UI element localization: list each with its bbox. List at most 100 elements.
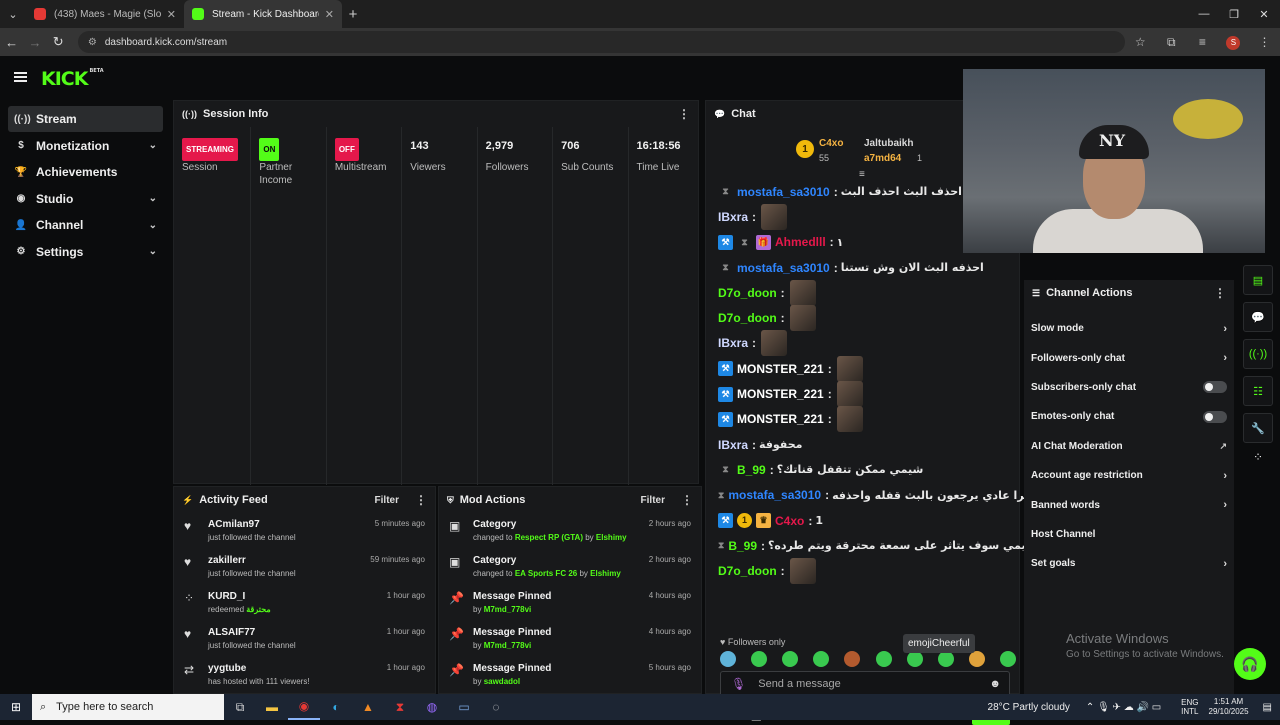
activity-username[interactable]: KURD_I <box>208 591 387 602</box>
taskbar-search[interactable]: ⌕ Type here to search <box>32 694 224 720</box>
moderator-name[interactable]: Elshimy <box>596 533 627 542</box>
notes-icon[interactable]: ▤ <box>1243 265 1273 295</box>
chevron-down-icon[interactable]: ⌄ <box>149 246 157 257</box>
minimize-icon[interactable]: — <box>1188 0 1220 28</box>
emote-image[interactable] <box>836 406 863 433</box>
channel-action-host-channel[interactable]: Host Channel <box>1024 520 1234 549</box>
sidebar-item-studio[interactable]: ◉ Studio ⌄ <box>8 186 163 212</box>
mod-action-item[interactable]: ▣ Category changed to EA Sports FC 26 by E… <box>439 549 701 585</box>
activity-username[interactable]: zakillerr <box>208 555 370 566</box>
layout-icon[interactable]: ☷ <box>1243 376 1273 406</box>
activity-item[interactable]: ♥ ACmilan97 just followed the channel 5 min… <box>174 513 435 549</box>
address-bar[interactable]: ⚙ dashboard.kick.com/stream <box>77 31 1125 53</box>
chat-username[interactable]: MONSTER_221 <box>737 412 824 426</box>
filter-button[interactable]: Filter <box>641 495 665 506</box>
emote-image[interactable] <box>789 558 816 585</box>
chevron-right-icon[interactable]: › <box>1223 352 1227 364</box>
toggle-switch[interactable] <box>1203 381 1227 394</box>
support-chat-icon[interactable]: 🎧 <box>1234 648 1266 680</box>
channel-action-set-goals[interactable]: Set goals › <box>1024 549 1234 578</box>
activity-username[interactable]: ALSAIF77 <box>208 627 387 638</box>
more-options-icon[interactable]: ⋮ <box>678 107 690 121</box>
chat-username[interactable]: IBxra <box>718 210 748 224</box>
clock[interactable]: 1:51 AM 29/10/2025 <box>1209 697 1249 717</box>
bookmark-star-icon[interactable]: ☆ <box>1125 35 1156 49</box>
emote-icon[interactable] <box>968 651 985 667</box>
chat-popout-icon[interactable]: 💬 <box>1243 302 1273 332</box>
channel-action-emotes-only-chat[interactable]: Emotes-only chat <box>1024 402 1234 431</box>
moderator-name[interactable]: M7md_778vi <box>484 605 532 614</box>
emote-icon[interactable] <box>906 651 923 667</box>
notifications-icon[interactable]: ▤ <box>1263 702 1272 713</box>
mod-action-item[interactable]: 📌 Message Pinned by M7md_778vi 4 hours ago <box>439 585 701 621</box>
chat-username[interactable]: IBxra <box>718 438 748 452</box>
activity-item[interactable]: ⁘ KURD_I redeemed محترقة 1 hour ago <box>174 585 435 621</box>
activity-item[interactable]: ⇄ yygtube has hosted with 111 viewers! 1 ho… <box>174 657 435 693</box>
browser-tab-youtube[interactable]: (438) Maes - Magie (Slowed - ✕ <box>26 0 184 28</box>
points-icon[interactable]: ⁘ <box>1243 450 1273 464</box>
reload-icon[interactable]: ↻ <box>47 34 70 50</box>
media-icon[interactable]: ≡ <box>1187 35 1218 49</box>
channel-action-ai-chat-moderation[interactable]: AI Chat Moderation ↗ <box>1024 432 1234 461</box>
more-options-icon[interactable]: ⋮ <box>415 493 427 507</box>
mod-action-item[interactable]: 📌 Message Pinned by M7md_778vi 4 hours ago <box>439 621 701 657</box>
channel-action-slow-mode[interactable]: Slow mode › <box>1024 314 1234 343</box>
tab-search-icon[interactable]: ⌄ <box>0 0 26 28</box>
chat-username[interactable]: C4xo <box>775 514 804 528</box>
chat-username[interactable]: mostafa_sa3010 <box>737 185 830 199</box>
chat-username[interactable]: MONSTER_221 <box>737 387 824 401</box>
emote-image[interactable] <box>789 279 816 306</box>
browser-tab-kick[interactable]: Stream - Kick Dashboard ✕ <box>184 0 342 28</box>
mod-action-item[interactable]: 📌 Message Pinned by sawdadol 5 hours ago <box>439 657 701 693</box>
edge-icon[interactable]: ◐ <box>320 694 352 720</box>
emote-icon[interactable] <box>720 651 736 667</box>
toggle-switch[interactable] <box>1203 410 1227 423</box>
more-options-icon[interactable]: ⋮ <box>1214 286 1226 300</box>
task-view-icon[interactable]: ⧉ <box>224 694 256 720</box>
emote-image[interactable] <box>761 203 788 230</box>
wrench-icon[interactable]: 🔧 <box>1243 413 1273 443</box>
app-icon[interactable]: ▭ <box>448 694 480 720</box>
windows-start-icon[interactable]: ⊞ <box>0 700 32 714</box>
tab-close-icon[interactable]: ✕ <box>167 8 176 21</box>
weather-widget[interactable]: 28°C Partly cloudy <box>988 702 1070 713</box>
chevron-right-icon[interactable]: › <box>1223 499 1227 511</box>
chat-username[interactable]: D7o_doon <box>718 286 777 300</box>
emote-image[interactable] <box>761 330 788 357</box>
external-link-icon[interactable]: ↗ <box>1219 441 1227 452</box>
chat-username[interactable]: B_99 <box>737 463 766 477</box>
emote-icon[interactable] <box>782 651 799 667</box>
kick-logo[interactable]: KICK BETA <box>41 68 104 90</box>
chevron-down-icon[interactable]: ⌄ <box>149 140 157 151</box>
filter-button[interactable]: Filter <box>375 495 399 506</box>
chevron-right-icon[interactable]: › <box>1223 558 1227 570</box>
chat-username[interactable]: IBxra <box>718 336 748 350</box>
sidebar-item-achievements[interactable]: 🏆 Achievements <box>8 159 163 185</box>
channel-action-account-age-restriction[interactable]: Account age restriction › <box>1024 461 1234 490</box>
vlc-icon[interactable]: ▲ <box>352 694 384 720</box>
chrome-icon[interactable]: ◉ <box>288 694 320 720</box>
emote-icon[interactable] <box>813 651 830 667</box>
new-tab-button[interactable]: + <box>342 6 364 23</box>
chevron-down-icon[interactable]: ⌄ <box>149 220 157 231</box>
emote-icon[interactable] <box>999 651 1016 667</box>
chat-username[interactable]: B_99 <box>728 539 757 553</box>
emote-icon[interactable] <box>844 651 861 667</box>
chat-username[interactable]: mostafa_sa3010 <box>737 261 830 275</box>
close-window-icon[interactable]: ✕ <box>1248 0 1280 28</box>
emote-image[interactable] <box>836 355 863 382</box>
mod-action-item[interactable]: ▣ Category changed to Respect RP (GTA) by … <box>439 513 701 549</box>
back-icon[interactable]: ← <box>0 35 23 50</box>
tray-icons[interactable]: ⌃ 🎙 ✈ ☁ 🔊 ▭ <box>1086 702 1161 713</box>
chevron-right-icon[interactable]: › <box>1223 470 1227 482</box>
browser-menu-icon[interactable]: ⋮ <box>1249 35 1280 49</box>
app-icon[interactable]: ◍ <box>416 694 448 720</box>
chevron-right-icon[interactable]: › <box>1223 323 1227 335</box>
emote-icon[interactable] <box>937 651 954 667</box>
app-icon[interactable]: ⧗ <box>384 694 416 720</box>
moderator-name[interactable]: sawdadol <box>484 677 520 686</box>
sidebar-item-channel[interactable]: 👤 Channel ⌄ <box>8 212 163 238</box>
emoji-picker-icon[interactable]: ☻ <box>989 678 1001 690</box>
extensions-icon[interactable]: ⧉ <box>1156 35 1187 50</box>
tab-close-icon[interactable]: ✕ <box>325 8 334 21</box>
